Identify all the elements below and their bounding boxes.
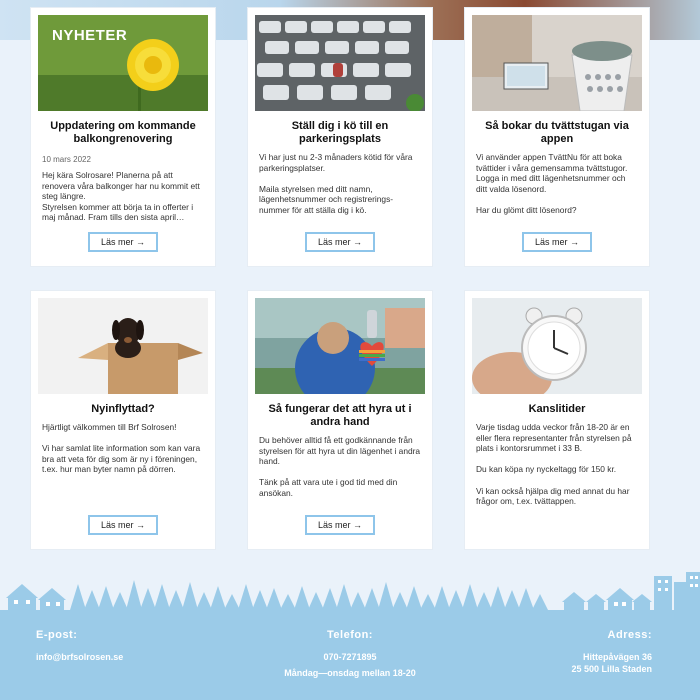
news-card-laundry: Så bokar du tvättstugan via appen Vi anv… [465,8,649,266]
news-card-office-hours: Kanslitider Varje tisdag udda veckor frå… [465,291,649,549]
phone-hours: Måndag—onsdag mellan 18-20 [284,668,416,678]
card-text: Hej kära Solrosare! Planerna på att reno… [42,170,200,223]
news-card-balcony: NYHETER Uppdatering om kommande balkongr… [31,8,215,266]
read-more-button[interactable]: Läs mer → [88,515,158,535]
phone-label: Telefon: [327,629,373,641]
footer-address: Adress: Hittepåvägen 36 25 500 Lilla Sta… [571,629,652,675]
news-card-sublet: Så fungerar det att hyra ut i andra hand… [248,291,432,549]
card-title: Uppdatering om kommande balkongrenoverin… [50,120,196,145]
news-card-new-resident: Nyinflyttad? Hjärtligt välkommen till Br… [31,291,215,549]
card-text: Du behöver alltid få ett godkännande frå… [259,435,421,498]
card-title: Så fungerar det att hyra ut i andra hand [268,403,412,428]
dog-in-box-image [38,298,208,394]
address-line-1: Hittepåvägen 36 [582,652,652,662]
card-date: 10 mars 2022 [42,155,91,164]
footer-contact-area: E-post: info@brfsolrosen.se Telefon: 070… [0,615,700,700]
footer-phone: Telefon: 070-7271895 Måndag—onsdag mella… [270,629,430,679]
read-more-button[interactable]: Läs mer → [305,232,375,252]
address-line-2: 25 500 Lilla Staden [571,664,652,674]
address-label: Adress: [607,629,652,641]
card-text: Vi använder appen TvättNu för att boka t… [476,152,628,215]
card-text: Hjärtligt välkommen till Brf Solrosen! V… [42,422,201,475]
read-more-button[interactable]: Läs mer → [305,515,375,535]
news-card-parking: Ställ dig i kö till en parkeringsplats V… [248,8,432,266]
dandelion-image: NYHETER [38,15,208,111]
town-skyline-illustration [0,572,700,620]
card-text: Vi har just nu 2-3 månaders kötid för vå… [259,152,413,215]
card-title: Kanslitider [528,403,586,415]
email-label: E-post: [36,629,78,641]
laundry-laptop-image [472,15,642,111]
news-overlay-label: NYHETER [52,27,128,44]
phone-link[interactable]: 070-7271895 [270,651,430,663]
footer: E-post: info@brfsolrosen.se Telefon: 070… [0,570,700,700]
card-text: Varje tisdag udda veckor från 18-20 är e… [476,422,632,507]
card-title: Så bokar du tvättstugan via appen [485,120,629,145]
email-link[interactable]: info@brfsolrosen.se [36,651,123,663]
parking-lot-image [255,15,425,111]
read-more-button[interactable]: Läs mer → [88,232,158,252]
card-title: Ställ dig i kö till en parkeringsplats [291,120,389,145]
card-title: Nyinflyttad? [91,403,155,415]
key-heart-image [255,298,425,394]
alarm-clock-image [472,298,642,394]
footer-email: E-post: info@brfsolrosen.se [36,629,123,663]
news-grid: NYHETER Uppdatering om kommande balkongr… [31,8,649,549]
read-more-button[interactable]: Läs mer → [522,232,592,252]
